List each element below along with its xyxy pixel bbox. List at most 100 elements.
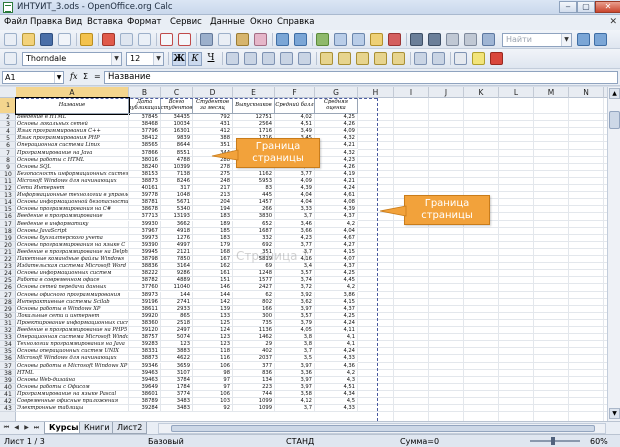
course-name-cell[interactable]: Издательская система Microsoft Word <box>16 263 129 271</box>
row-header[interactable]: 43 <box>0 405 16 413</box>
column-header-m[interactable]: M <box>534 87 569 98</box>
font-color-icon[interactable] <box>490 52 503 65</box>
data-cell[interactable]: 4,37 <box>315 213 358 221</box>
row-header[interactable]: 5 <box>0 135 16 143</box>
data-cell[interactable]: 4,24 <box>315 348 358 356</box>
gallery-icon[interactable] <box>446 33 459 46</box>
data-cell[interactable]: 38360 <box>129 319 161 327</box>
data-cell[interactable]: 836 <box>233 369 275 377</box>
data-cell[interactable]: 4,33 <box>315 355 358 363</box>
find-previous-icon[interactable] <box>577 33 590 46</box>
course-name-cell[interactable]: Информационные технологии в управлении <box>16 192 129 200</box>
data-cell[interactable]: 3,36 <box>275 369 315 377</box>
data-cell[interactable]: 4,19 <box>315 170 358 178</box>
data-cell[interactable]: 4,23 <box>275 234 315 242</box>
data-cell[interactable]: 744 <box>233 390 275 398</box>
data-cell[interactable]: 10034 <box>161 121 193 129</box>
data-cell[interactable]: 3483 <box>161 398 193 406</box>
undo-icon[interactable] <box>276 33 289 46</box>
row-header[interactable]: 3 <box>0 121 16 129</box>
data-cell[interactable]: 3,92 <box>275 291 315 299</box>
data-cell[interactable]: 4,1 <box>315 341 358 349</box>
find-input[interactable]: Найти ▼ <box>502 33 572 47</box>
data-cell[interactable]: 317 <box>161 185 193 193</box>
row-header[interactable]: 30 <box>0 313 16 320</box>
data-cell[interactable]: 13193 <box>161 213 193 221</box>
data-cell[interactable]: 3,8 <box>275 334 315 342</box>
data-cell[interactable]: 144 <box>161 291 193 299</box>
row-header[interactable]: 12 <box>0 185 16 193</box>
course-name-cell[interactable]: Основы программирования на языке С <box>16 241 129 249</box>
row-header[interactable]: 17 <box>0 221 16 228</box>
chevron-down-icon[interactable]: ▼ <box>111 53 121 65</box>
course-name-cell[interactable]: Пакетные командные файлы Windows <box>16 256 129 264</box>
data-cell[interactable]: 123 <box>161 341 193 349</box>
course-name-cell[interactable]: Программирование на языке Pascal <box>16 390 129 398</box>
draw-functions-icon[interactable] <box>388 33 401 46</box>
data-cell[interactable]: 3662 <box>161 220 193 228</box>
data-cell[interactable]: 142 <box>193 298 233 306</box>
vertical-scroll-thumb[interactable] <box>609 111 620 129</box>
data-cell[interactable]: 38757 <box>129 334 161 342</box>
data-cell[interactable]: 37866 <box>129 149 161 157</box>
data-cell[interactable]: 4,09 <box>275 177 315 185</box>
data-cell[interactable]: 9286 <box>161 270 193 278</box>
course-name-cell[interactable]: Безопасность информационных систем <box>16 170 129 178</box>
row-header[interactable]: 33 <box>0 334 16 342</box>
data-cell[interactable]: 4,3 <box>315 376 358 384</box>
course-name-cell[interactable]: Основы работы в Microsoft Windows XP <box>16 362 129 370</box>
data-cell[interactable]: 3,58 <box>275 390 315 398</box>
data-cell[interactable]: 275 <box>193 170 233 178</box>
data-cell[interactable]: 4,26 <box>315 163 358 171</box>
data-cell[interactable]: 34435 <box>161 114 193 122</box>
data-cell[interactable]: 4,04 <box>275 192 315 200</box>
data-cell[interactable]: 4,34 <box>315 390 358 398</box>
horizontal-scrollbar[interactable] <box>158 423 606 434</box>
find-replace-icon[interactable] <box>410 33 423 46</box>
close-window-button[interactable]: ✕ <box>595 1 620 13</box>
data-cell[interactable]: 652 <box>233 220 275 228</box>
horizontal-scroll-thumb[interactable] <box>171 425 595 432</box>
data-cell[interactable]: 4,05 <box>275 327 315 335</box>
vertical-scrollbar[interactable]: ▲ ▼ <box>607 87 620 421</box>
data-cell[interactable]: 4,33 <box>315 405 358 413</box>
data-cell[interactable]: 7850 <box>161 256 193 264</box>
align-left-icon[interactable] <box>226 52 239 65</box>
data-cell[interactable]: 4,27 <box>315 241 358 249</box>
maximize-button[interactable]: ▢ <box>577 1 595 13</box>
row-header[interactable]: 21 <box>0 249 16 256</box>
course-name-cell[interactable]: Сети Интернет <box>16 185 129 193</box>
row-header[interactable]: 39 <box>0 377 16 384</box>
data-cell[interactable]: 4,04 <box>275 199 315 207</box>
data-cell[interactable]: 2933 <box>161 305 193 313</box>
data-cell[interactable]: 4,25 <box>315 270 358 278</box>
menu-format[interactable]: Формат <box>127 17 162 27</box>
data-cell[interactable]: 133 <box>193 312 233 320</box>
row-header[interactable]: 11 <box>0 178 16 185</box>
course-name-cell[interactable]: Введение в информатику <box>16 220 129 228</box>
data-cell[interactable]: 3,86 <box>315 291 358 299</box>
data-cell[interactable]: 38468 <box>129 121 161 129</box>
data-cell[interactable]: 116 <box>193 355 233 363</box>
data-cell[interactable]: 146 <box>193 284 233 292</box>
data-cell[interactable]: 134 <box>233 376 275 384</box>
data-cell[interactable]: 3,97 <box>275 305 315 313</box>
course-name-cell[interactable]: Язык программирования C++ <box>16 128 129 136</box>
data-cell[interactable]: 2497 <box>161 327 193 335</box>
row-header[interactable]: 28 <box>0 299 16 306</box>
row-header[interactable]: 19 <box>0 235 16 242</box>
data-cell[interactable]: 11040 <box>161 284 193 292</box>
data-cell[interactable]: 4,39 <box>315 206 358 214</box>
data-cell[interactable]: 865 <box>161 312 193 320</box>
data-cell[interactable]: 4918 <box>161 227 193 235</box>
data-cell[interactable]: 39649 <box>129 383 161 391</box>
course-name-cell[interactable]: Локальные сети и интернет <box>16 312 129 320</box>
row-header[interactable]: 2 <box>0 114 16 122</box>
data-cell[interactable]: 4,23 <box>315 156 358 164</box>
align-right-icon[interactable] <box>262 52 275 65</box>
data-cell[interactable]: 1457 <box>233 199 275 207</box>
data-cell[interactable]: 139 <box>193 305 233 313</box>
data-cell[interactable]: 204 <box>193 199 233 207</box>
data-cell[interactable]: 3,57 <box>275 312 315 320</box>
row-header[interactable]: 1 <box>0 98 16 114</box>
